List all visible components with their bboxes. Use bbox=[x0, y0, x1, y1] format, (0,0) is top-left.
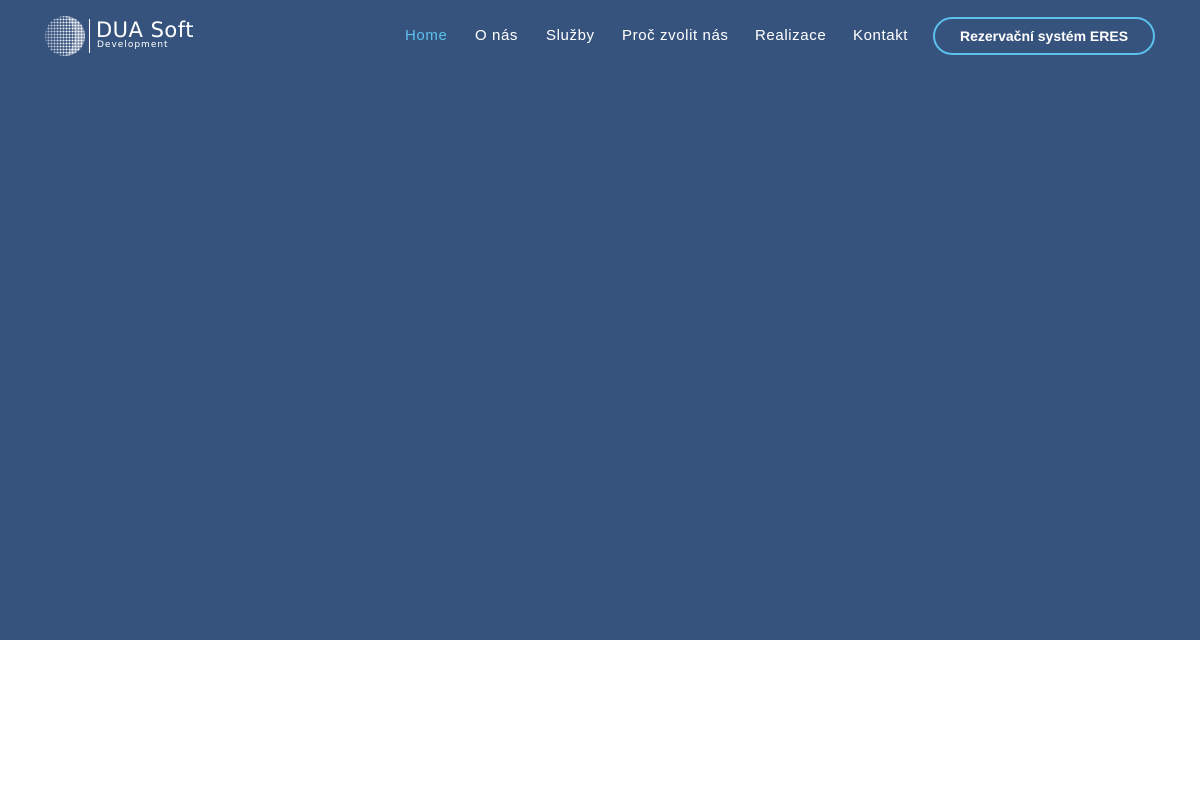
nav-item-realizace[interactable]: Realizace bbox=[755, 26, 826, 46]
hero-section bbox=[0, 0, 1200, 640]
navbar: DUA Soft Development Home O nás Služby P… bbox=[0, 0, 1200, 72]
nav-item-kontakt[interactable]: Kontakt bbox=[853, 26, 908, 46]
halftone-sphere-icon bbox=[45, 16, 85, 56]
logo-divider bbox=[89, 19, 90, 53]
page: DUA Soft Development Home O nás Služby P… bbox=[0, 0, 1200, 800]
nav-item-proc-zvolit-nas[interactable]: Proč zvolit nás bbox=[622, 26, 729, 46]
nav-item-o-nas[interactable]: O nás bbox=[475, 26, 518, 46]
brand-name: DUA Soft bbox=[96, 18, 195, 42]
nav-item-home[interactable]: Home bbox=[405, 26, 447, 46]
reservation-system-button[interactable]: Rezervační systém ERES bbox=[933, 17, 1155, 55]
brand-subtitle: Development bbox=[97, 40, 169, 50]
logo-link[interactable]: DUA Soft Development bbox=[44, 15, 204, 57]
nav-item-sluzby[interactable]: Služby bbox=[546, 26, 595, 46]
